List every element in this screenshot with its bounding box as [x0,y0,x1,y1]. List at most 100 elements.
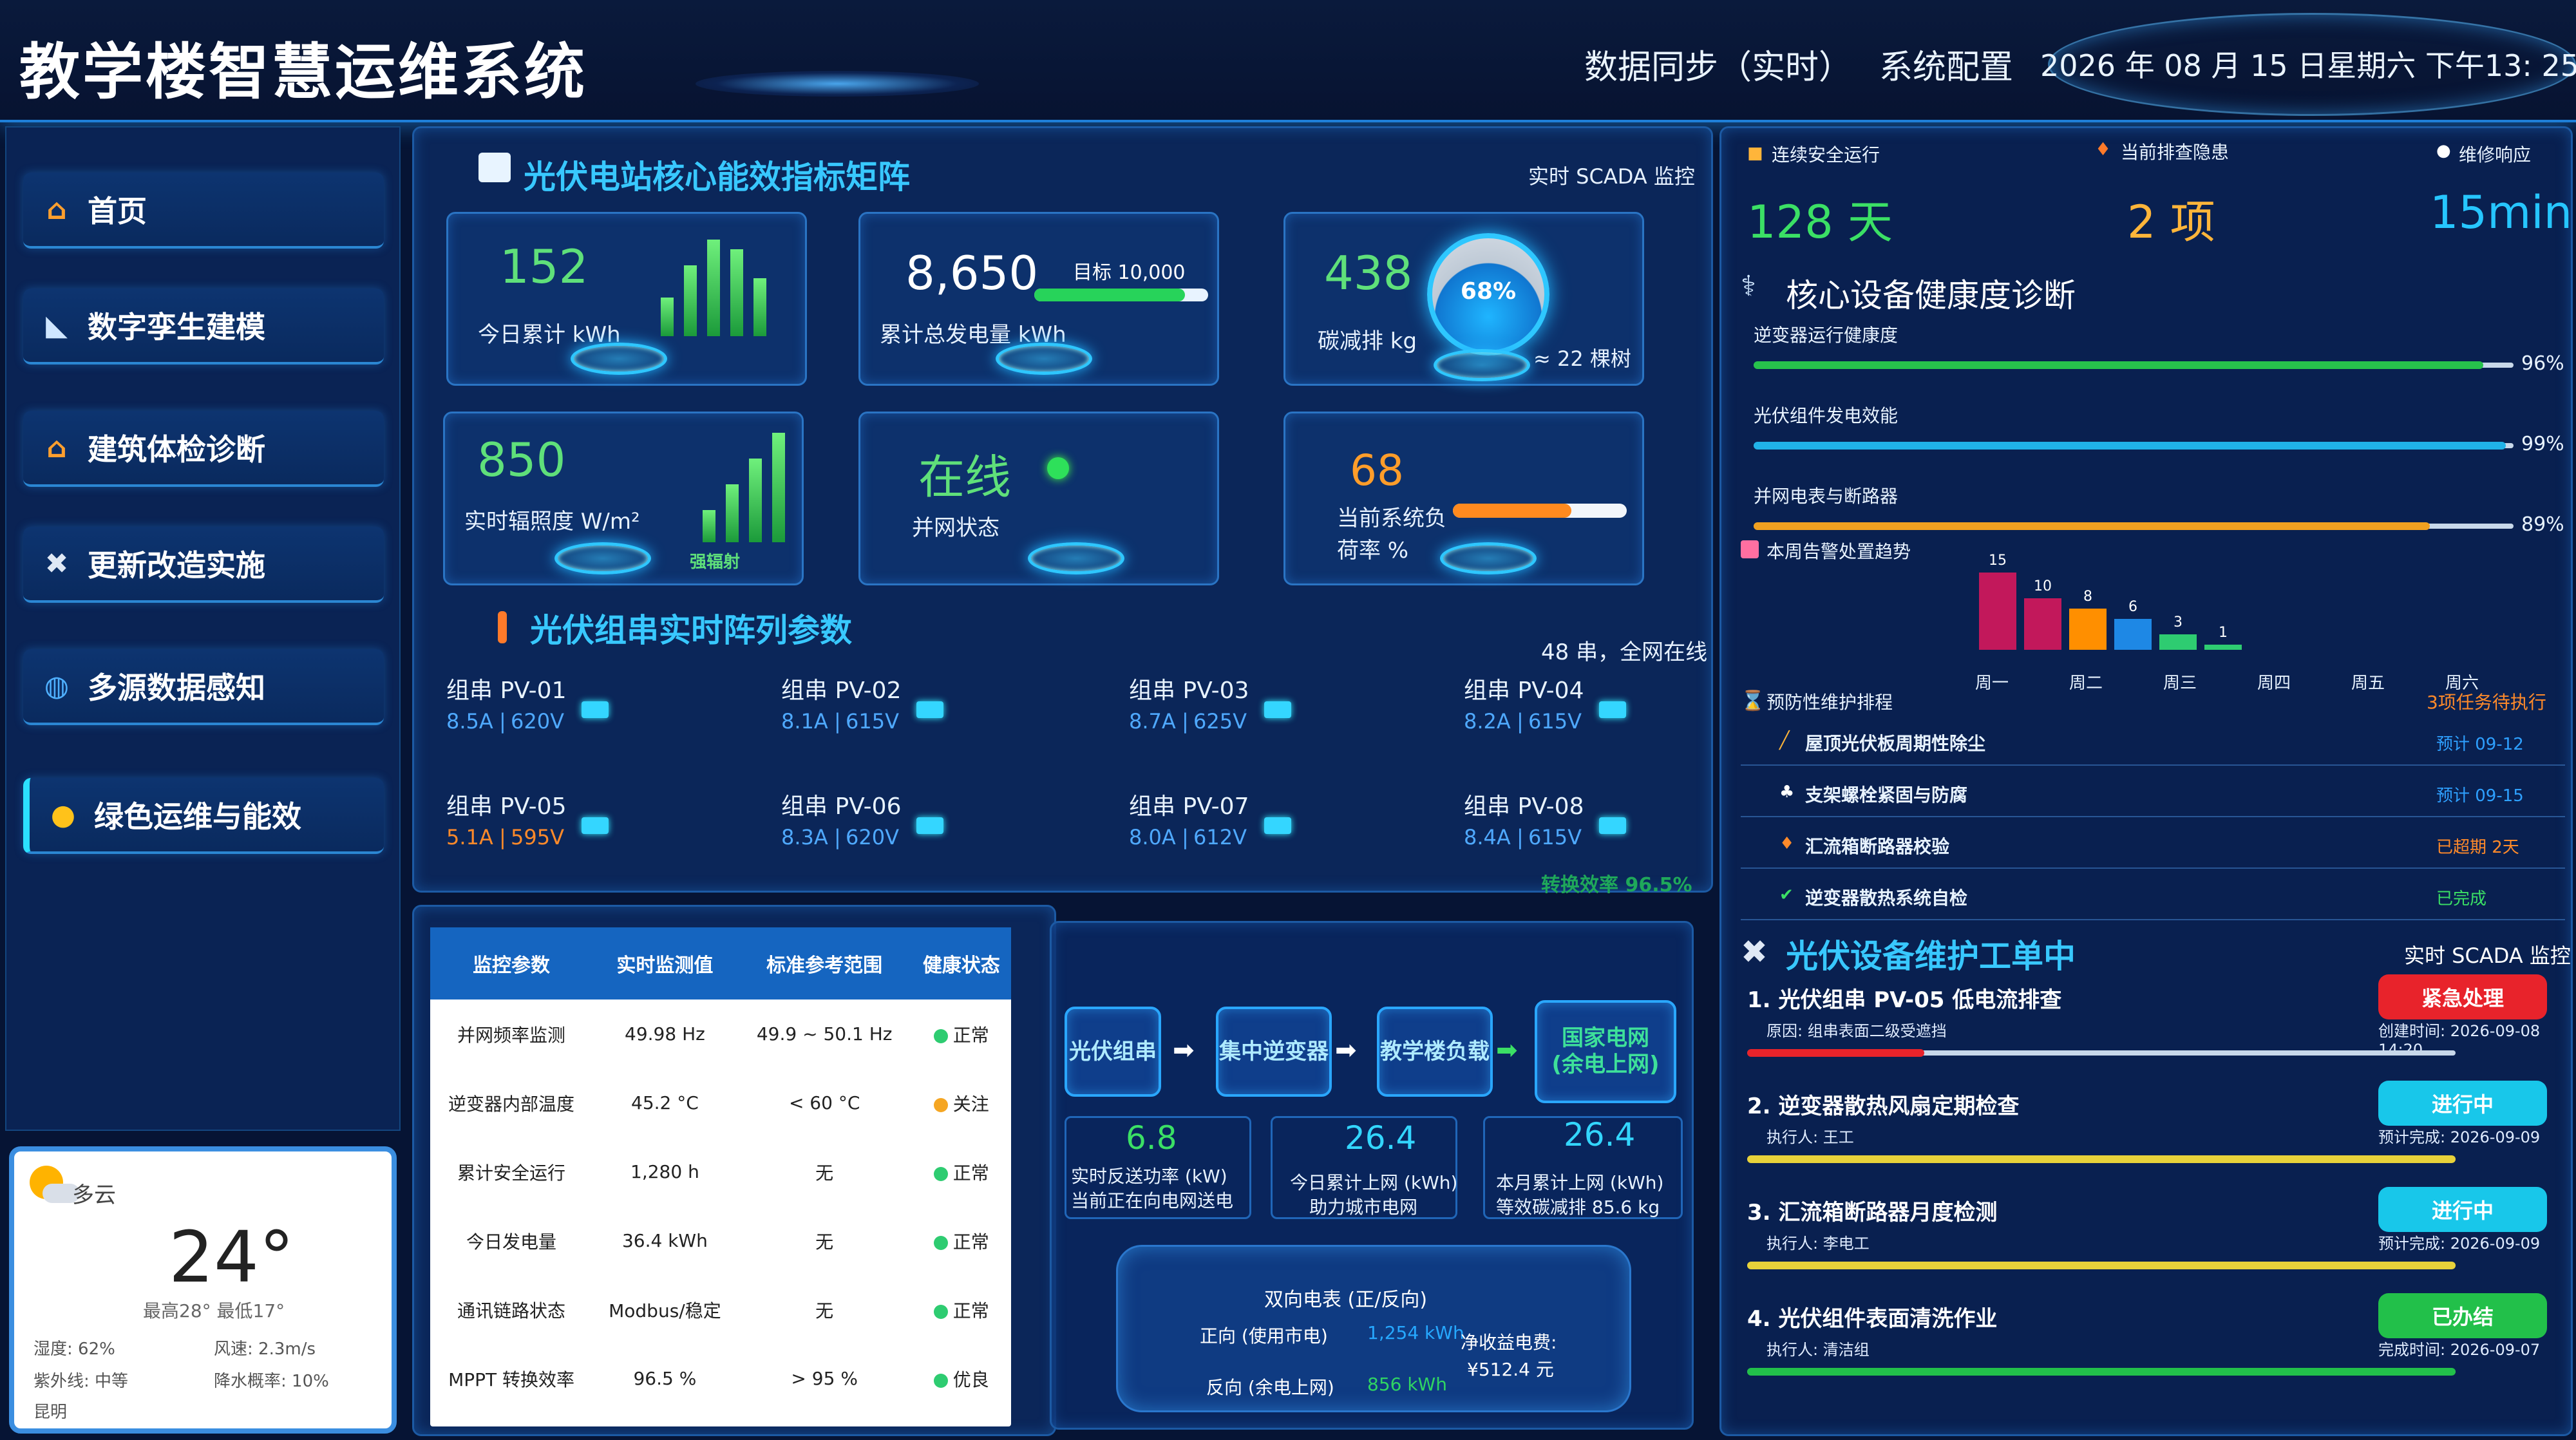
workorder-status-button[interactable]: 紧急处理 [2378,974,2547,1019]
weekly-category-label: 周三 [2163,674,2197,693]
pv-string-current: 8.3A [781,825,828,849]
status-cell: 正常 [912,1275,1011,1344]
kpi-load-progress-fill [1453,504,1571,518]
kpi-load-label-2: 荷率 % [1337,538,1409,564]
workorder-item[interactable]: 1. 光伏组串 PV-05 低电流排查 原因: 组串表面二级受遮挡 创建时间: 20… [1734,974,2565,1081]
status-dot-icon [933,1166,948,1181]
maintenance-item[interactable]: ✔ 逆变器散热系统自检 已完成 [1741,882,2565,920]
pv-string-cell[interactable]: 组串 PV-05 5.1A | 595V [440,779,633,875]
kpi-card-today: 152 今日累计 kWh [446,212,807,386]
globe-icon: ◍ [44,669,70,703]
table-row: 逆变器内部温度 45.2 °C < 60 °C 关注 [430,1068,1011,1137]
flow-month-export-label: 本月累计上网 (kWh) [1496,1172,1664,1193]
workorder-status-button[interactable]: 进行中 [2378,1081,2547,1126]
weekly-bar-label: 6 [2128,599,2137,615]
flow-reverse-power-value: 6.8 [1126,1119,1177,1157]
kpi-today-bars [661,227,783,336]
workorder-item-sub: 执行人: 李电工 [1766,1235,1870,1253]
table-row: 今日发电量 36.4 kWh 无 正常 [430,1206,1011,1275]
workorder-item-meta: 预计完成: 2026-09-09 [2378,1235,2541,1253]
pv-string-cell[interactable]: 组串 PV-06 8.3A | 620V [775,779,968,875]
sidebar-item-home[interactable]: ⌂ 首页 [23,173,384,249]
data-sync-link[interactable]: 数据同步（实时） [1584,40,1852,88]
holo-disc-icon [996,343,1092,375]
kpi-card-load: 68 当前系统负 荷率 % [1283,412,1644,585]
scada-label: 实时 SCADA 监控 [1528,164,1695,189]
weekly-bar [1979,573,2016,650]
flow-reverse-power-label: 实时反送功率 (kW) [1071,1166,1227,1187]
flow-node-inverter[interactable]: 集中逆变器 [1216,1007,1332,1097]
pv-string-voltage: 620V [846,825,899,849]
maintenance-item-icon: ♣ [1779,782,1795,802]
status-dot-icon [933,1304,948,1319]
sidebar-item-green-ops[interactable]: ● 绿色运维与能效 [23,778,384,854]
datetime-display: 2026 年 08 月 15 日星期六 下午13: 25: 34 [2040,48,2576,83]
app-title: 教学楼智慧运维系统 [19,37,588,108]
pv-string-cell[interactable]: 组串 PV-08 8.4A | 615V [1457,779,1651,875]
workorder-item[interactable]: 3. 汇流箱断路器月度检测执行人: 李电工 预计完成: 2026-09-09 进行中 [1734,1187,2565,1294]
table-row: 并网频率监测 49.98 Hz 49.9 ~ 50.1 Hz 正常 [430,999,1011,1068]
status-cell: 正常 [912,999,1011,1068]
pv-string-cell[interactable]: 组串 PV-04 8.2A | 615V [1457,663,1651,759]
weather-wind: 风速: 2.3m/s [214,1340,316,1359]
pv-string-name: 组串 PV-08 [1464,793,1584,820]
kpi-card-total: 8,650 目标 10,000 累计总发电量 kWh [858,212,1219,386]
sidebar-item-multi-source[interactable]: ◍ 多源数据感知 [23,649,384,725]
workorder-status-button[interactable]: 已办结 [2378,1293,2547,1338]
kpi-carbon-trees: ≈ 22 棵树 [1533,346,1631,371]
workorder-item[interactable]: 4. 光伏组件表面清洗作业 执行人: 清洁组 完成时间: 2026-09-07 已办结 [1734,1293,2565,1400]
pv-string-sep: | [499,825,506,849]
flow-node-pv[interactable]: 光伏组串 [1065,1007,1161,1097]
workorder-status-button[interactable]: 进行中 [2378,1187,2547,1232]
pv-string-sep: | [834,709,841,734]
health-item-pct: 96% [2521,352,2564,375]
pv-string-cell[interactable]: 组串 PV-03 8.7A | 625V [1122,663,1316,759]
kpi-grid-value: 在线 [918,450,1012,504]
pv-string-name: 组串 PV-01 [446,677,567,704]
sidebar-item-building-diagnosis[interactable]: ⌂ 建筑体检诊断 [23,411,384,487]
weekly-title: 本周告警处置趋势 [1766,541,1911,562]
tools-icon: ✖ [44,547,69,580]
flow-node-load[interactable]: 教学楼负载 [1377,1007,1493,1097]
sidebar-item-digital-twin[interactable]: ◣ 数字孪生建模 [23,289,384,365]
kpi-total-progress-fill [1034,289,1185,301]
flow-node-grid[interactable]: 国家电网 (余电上网) [1535,1000,1676,1103]
weekly-bar-label: 3 [2174,614,2183,630]
home-icon: ⌂ [46,193,67,226]
pv-string-cell[interactable]: 组串 PV-02 8.1A | 615V [775,663,968,759]
workorder-scada: 实时 SCADA 监控 [2404,943,2571,968]
right-panel: ■ 连续安全运行 128 天 ♦ 当前排查隐患 2 项 ● 维修响应 15min… [1719,126,2573,1436]
stat-response-label: 维修响应 [2459,144,2532,166]
table-cell: 49.98 Hz [625,1023,705,1045]
tools-icon: ✖ [1741,933,1768,971]
status-text: 正常 [952,1024,989,1046]
workorder-item-sub: 原因: 组串表面二级受遮挡 [1766,1022,1947,1040]
maintenance-item[interactable]: ♣ 支架螺栓紧固与防腐 预计 09-15 [1741,779,2565,817]
kpi-load-progress-track [1453,504,1627,518]
pv-string-name: 组串 PV-07 [1129,793,1249,820]
bar [661,298,674,336]
pv-string-cell[interactable]: 组串 PV-07 8.0A | 612V [1122,779,1316,875]
workorder-progress-fill [1747,1155,2456,1163]
weekly-bar-label: 1 [2219,625,2228,641]
pv-string-current: 8.4A [1464,825,1511,849]
pv-strings-efficiency: 转换效率 96.5% [1541,874,1692,896]
stethoscope-icon: ⚕ [1741,270,1756,303]
meter-title: 双向电表 (正/反向) [1264,1289,1428,1311]
workorder-item-title: 3. 汇流箱断路器月度检测 [1747,1200,1998,1226]
maintenance-item[interactable]: ♦ 汇流箱断路器校验 已超期 2天 [1741,830,2565,869]
health-item-pct: 89% [2521,513,2564,536]
sidebar-item-renovation[interactable]: ✖ 更新改造实施 [23,527,384,603]
stat-response-value: 15min [2430,186,2573,239]
weekly-bar [2114,619,2152,650]
system-config-link[interactable]: 系统配置 [1879,40,2013,88]
sidebar-item-label: 建筑体检诊断 [88,432,265,467]
maintenance-item[interactable]: ╱ 屋顶光伏板周期性除尘 预计 09-12 [1741,727,2565,766]
pv-string-cell[interactable]: 组串 PV-01 8.5A | 620V [440,663,633,759]
weather-high-low: 最高28° 最低17° [143,1300,285,1322]
weather-humidity: 湿度: 62% [33,1340,115,1359]
table-cell: Modbus/稳定 [609,1300,721,1322]
holo-disc-icon [571,343,667,375]
hourglass-icon: ⌛ [1741,690,1765,712]
workorder-item[interactable]: 2. 逆变器散热风扇定期检查 执行人: 王工 预计完成: 2026-09-09 进行中 [1734,1081,2565,1188]
